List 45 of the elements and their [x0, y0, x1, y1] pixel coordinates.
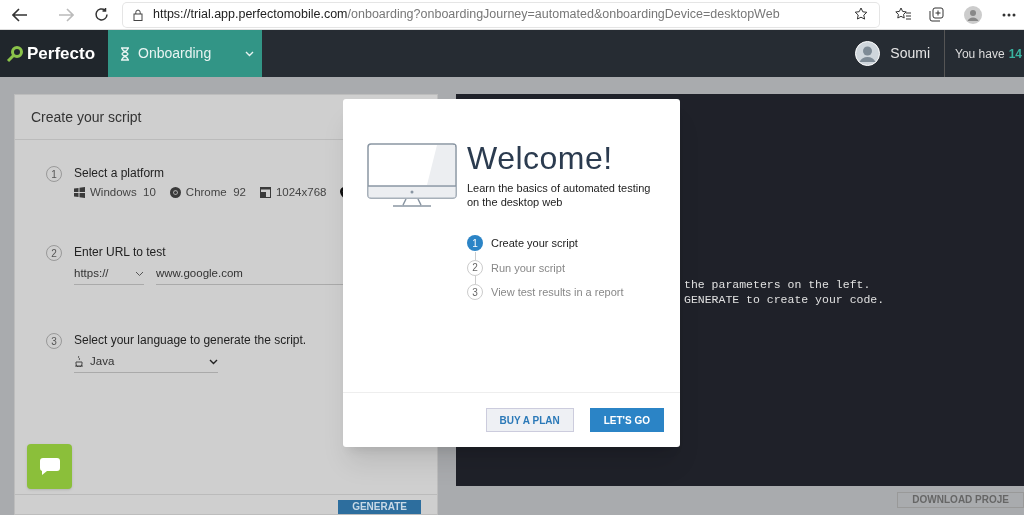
chrome-icon — [169, 187, 181, 199]
favorite-star-icon[interactable] — [854, 7, 869, 22]
chevron-down-icon — [245, 50, 255, 57]
refresh-icon[interactable] — [94, 7, 109, 22]
url-text: https://trial.app.perfectomobile.com/onboarding?onboardingJourney=automated&onboardingDevice=desktopWeb — [153, 6, 781, 24]
step-label: View test results in a report — [491, 285, 624, 300]
lets-go-button[interactable]: LET'S GO — [589, 408, 664, 432]
coffee-cup-icon — [74, 356, 84, 367]
code-line: the parameters on the left. — [684, 277, 872, 292]
chevron-down-icon — [135, 270, 144, 277]
protocol-dropdown[interactable]: https:// — [74, 263, 144, 285]
dialog-title: Welcome! — [467, 139, 614, 177]
dialog-subtitle: Learn the basics of automated testing on the desktop web — [467, 181, 652, 209]
step-label: Run your script — [491, 260, 565, 276]
lock-icon — [133, 8, 143, 21]
step-label: Select a platform — [74, 166, 166, 180]
step-label: Create your script — [491, 236, 578, 251]
buy-plan-button[interactable]: BUY A PLAN — [485, 408, 574, 432]
platform-option[interactable]: 1024x768 — [275, 184, 327, 202]
panel-title: Create your script — [31, 107, 142, 127]
favorites-icon[interactable] — [895, 7, 911, 22]
step-number: 1 — [467, 235, 483, 252]
chat-bubble-icon — [38, 456, 61, 477]
hourglass-icon — [120, 46, 130, 61]
chevron-down-icon — [209, 358, 218, 365]
language-dropdown[interactable]: Java — [74, 351, 218, 373]
collections-icon[interactable] — [929, 7, 944, 22]
address-bar[interactable]: https://trial.app.perfectomobile.com/onboarding?onboardingJourney=automated&onboardingDevice=desktopWeb — [123, 2, 879, 27]
logo-icon — [6, 44, 24, 63]
code-line: GENERATE to create your code. — [684, 292, 886, 307]
platform-option[interactable]: Chrome 92 — [185, 184, 246, 202]
user-name[interactable]: Soumi — [890, 43, 931, 64]
step-label: Enter URL to test — [74, 245, 167, 259]
platform-option[interactable]: Windows 10 — [90, 184, 156, 202]
more-icon[interactable] — [1002, 12, 1016, 17]
back-icon[interactable] — [12, 7, 28, 22]
logo-text: Perfecto — [27, 42, 96, 65]
window-icon — [259, 187, 271, 199]
profile-avatar-icon[interactable] — [964, 5, 982, 24]
user-avatar-icon[interactable] — [855, 41, 881, 66]
windows-icon — [74, 187, 85, 199]
trial-label: You have — [955, 45, 1005, 63]
generate-button[interactable]: GENERATE — [338, 500, 421, 514]
trial-days: 14 — [1008, 44, 1022, 63]
step-label: Select your language to generate the script. — [74, 333, 307, 347]
